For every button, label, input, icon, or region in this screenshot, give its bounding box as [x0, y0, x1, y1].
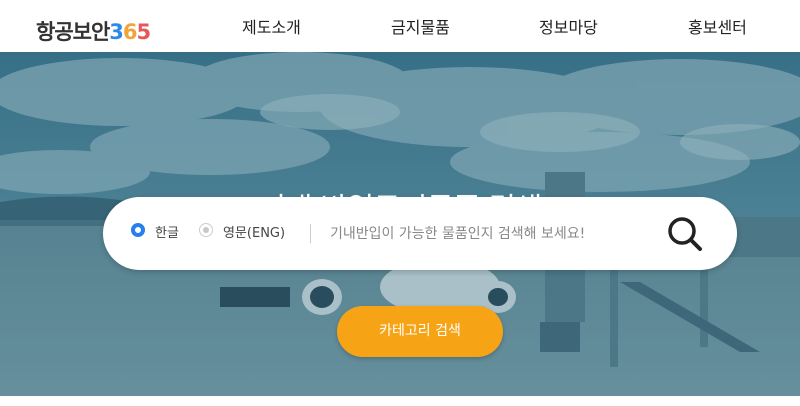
- lang-radio-english[interactable]: [199, 223, 213, 237]
- nav-item-prohibited-items[interactable]: 금지물품: [391, 14, 450, 38]
- nav-item-pr-center[interactable]: 홍보센터: [688, 14, 747, 38]
- nav-item-system-intro[interactable]: 제도소개: [242, 14, 301, 38]
- lang-label-korean[interactable]: 한글: [155, 222, 179, 241]
- lang-radio-korean[interactable]: [131, 223, 145, 237]
- search-divider: [310, 224, 311, 243]
- category-search-button[interactable]: 카테고리 검색: [337, 306, 503, 357]
- site-logo[interactable]: 항공보안365: [36, 16, 151, 46]
- search-button[interactable]: [665, 214, 705, 254]
- search-input[interactable]: [328, 219, 662, 249]
- search-bar: 한글 영문(ENG): [103, 197, 737, 270]
- lang-label-english[interactable]: 영문(ENG): [223, 222, 285, 241]
- nav-item-info-center[interactable]: 정보마당: [539, 14, 598, 38]
- search-icon: [668, 217, 702, 251]
- hero-section: 기내 반입금지물품 검색 한글 영문(ENG) 카테고리 검색: [0, 52, 800, 396]
- page-bottom-edge: [0, 396, 800, 406]
- site-header: 항공보안365 제도소개 금지물품 정보마당 홍보센터: [0, 0, 800, 52]
